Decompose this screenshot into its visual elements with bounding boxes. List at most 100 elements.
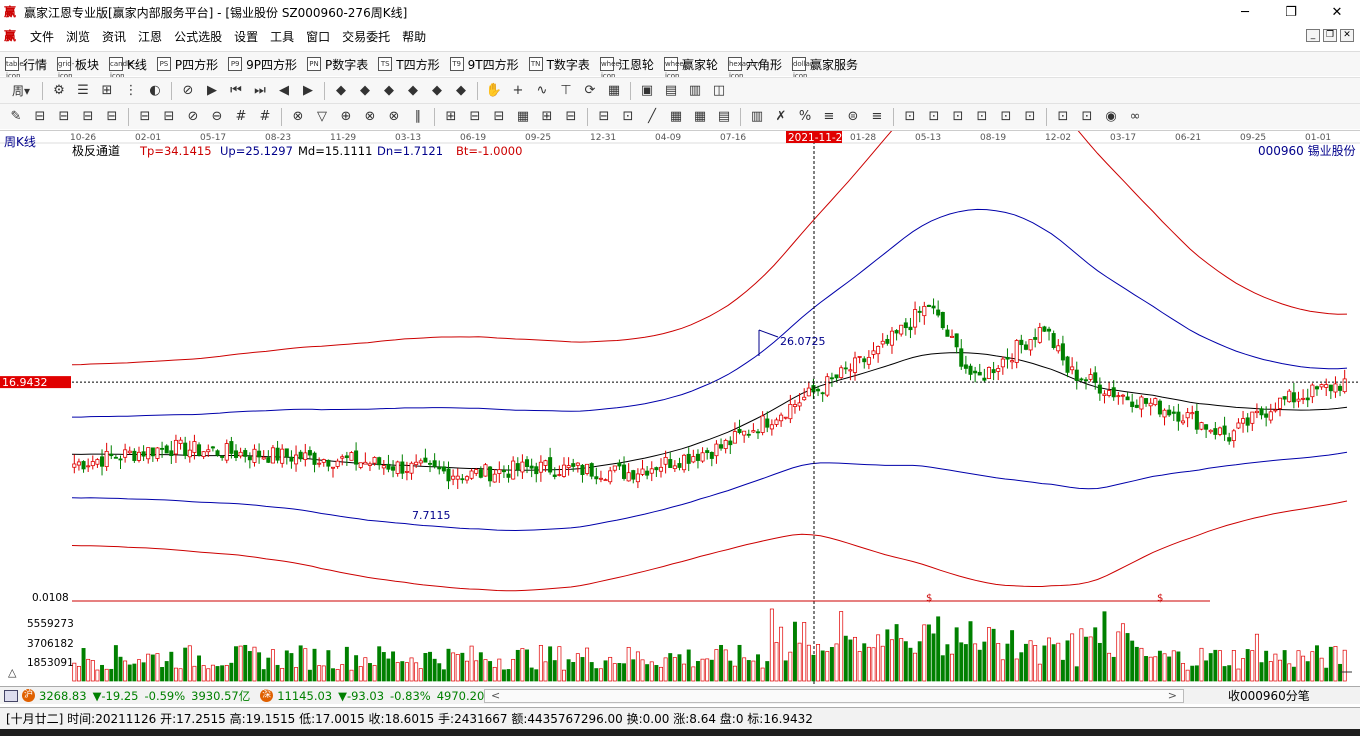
menu-tools[interactable]: 工具 bbox=[264, 28, 300, 45]
toolbar-tool-icon[interactable]: ◫ bbox=[709, 81, 729, 101]
menu-trade[interactable]: 交易委托 bbox=[336, 28, 396, 45]
toolbar-tool-icon[interactable]: ⊟ bbox=[78, 107, 98, 127]
menu-help[interactable]: 帮助 bbox=[396, 28, 432, 45]
toolbar-tool-icon[interactable]: ▶ bbox=[202, 81, 222, 101]
toolbar-tool-icon[interactable]: ⊘ bbox=[178, 81, 198, 101]
nav-item-3[interactable]: PS P四方形 bbox=[152, 53, 223, 75]
toolbar-tool-icon[interactable]: ◉ bbox=[1101, 107, 1121, 127]
toolbar-tool-icon[interactable]: ⊜ bbox=[843, 107, 863, 127]
toolbar-tool-icon[interactable]: ✋ bbox=[484, 81, 504, 101]
nav-item-8[interactable]: TN T数字表 bbox=[524, 53, 595, 75]
toolbar-tool-icon[interactable]: % bbox=[795, 107, 815, 127]
nav-item-11[interactable]: hexagon-icon 六角形 bbox=[723, 53, 787, 80]
toolbar-tool-icon[interactable]: ▤ bbox=[714, 107, 734, 127]
toolbar-tool-icon[interactable]: ◆ bbox=[331, 81, 351, 101]
toolbar-tool-icon[interactable]: ⊟ bbox=[561, 107, 581, 127]
toolbar-tool-icon[interactable]: ⊡ bbox=[948, 107, 968, 127]
nav-item-7[interactable]: T9 9T四方形 bbox=[445, 53, 524, 75]
toolbar-tool-icon[interactable]: ⊡ bbox=[1053, 107, 1073, 127]
nav-item-5[interactable]: PN P数字表 bbox=[302, 53, 373, 75]
toolbar-tool-icon[interactable]: ◀ bbox=[274, 81, 294, 101]
toolbar-tool-icon[interactable]: ∥ bbox=[408, 107, 428, 127]
menu-gann[interactable]: 江恩 bbox=[132, 28, 168, 45]
toolbar-tool-icon[interactable]: ◆ bbox=[379, 81, 399, 101]
toolbar-tool-icon[interactable]: ⊡ bbox=[996, 107, 1016, 127]
nav-item-6[interactable]: TS T四方形 bbox=[373, 53, 444, 75]
toolbar-tool-icon[interactable]: # bbox=[255, 107, 275, 127]
toolbar-tool-icon[interactable]: ◐ bbox=[145, 81, 165, 101]
toolbar-tool-icon[interactable]: ⊤ bbox=[556, 81, 576, 101]
period-select[interactable]: 周 ▾ bbox=[6, 81, 36, 101]
toolbar-tool-icon[interactable]: ∿ bbox=[532, 81, 552, 101]
toolbar-tool-icon[interactable]: ◆ bbox=[451, 81, 471, 101]
toolbar-tool-icon[interactable]: ⚙ bbox=[49, 81, 69, 101]
toolbar-tool-icon[interactable]: ✗ bbox=[771, 107, 791, 127]
toolbar-tool-icon[interactable]: ⊞ bbox=[97, 81, 117, 101]
toolbar-tool-icon[interactable]: ≡ bbox=[819, 107, 839, 127]
menu-settings[interactable]: 设置 bbox=[228, 28, 264, 45]
toolbar-tool-icon[interactable]: ⊡ bbox=[900, 107, 920, 127]
toolbar-tool-icon[interactable]: ⋮ bbox=[121, 81, 141, 101]
toolbar-tool-icon[interactable]: ▥ bbox=[685, 81, 705, 101]
toolbar-tool-icon[interactable]: ⊗ bbox=[360, 107, 380, 127]
scroll-right-arrow-icon[interactable]: > bbox=[1168, 689, 1177, 702]
toolbar-tool-icon[interactable]: ▦ bbox=[604, 81, 624, 101]
mdi-close-button[interactable]: ✕ bbox=[1340, 29, 1354, 42]
scroll-left-arrow-icon[interactable]: < bbox=[491, 689, 500, 702]
toolbar-tool-icon[interactable]: ⊡ bbox=[924, 107, 944, 127]
toolbar-tool-icon[interactable]: ⊟ bbox=[135, 107, 155, 127]
toolbar-tool-icon[interactable]: ≡ bbox=[867, 107, 887, 127]
toolbar-tool-icon[interactable]: ⊡ bbox=[618, 107, 638, 127]
toolbar-tool-icon[interactable]: ⊡ bbox=[972, 107, 992, 127]
menu-formula-select[interactable]: 公式选股 bbox=[168, 28, 228, 45]
mdi-minimize-button[interactable]: _ bbox=[1306, 29, 1320, 42]
toolbar-tool-icon[interactable]: ⊟ bbox=[159, 107, 179, 127]
toolbar-tool-icon[interactable]: ⊘ bbox=[183, 107, 203, 127]
toolbar-tool-icon[interactable]: ⊟ bbox=[465, 107, 485, 127]
toolbar-tool-icon[interactable]: ⊗ bbox=[288, 107, 308, 127]
toolbar-tool-icon[interactable]: ▤ bbox=[661, 81, 681, 101]
menu-window[interactable]: 窗口 bbox=[300, 28, 336, 45]
toolbar-tool-icon[interactable]: ∞ bbox=[1125, 107, 1145, 127]
toolbar-tool-icon[interactable]: ⊞ bbox=[537, 107, 557, 127]
nav-item-2[interactable]: candle-icon K线 bbox=[104, 53, 152, 80]
toolbar-tool-icon[interactable]: ▦ bbox=[666, 107, 686, 127]
toolbar-tool-icon[interactable]: ▶ bbox=[298, 81, 318, 101]
toolbar-tool-icon[interactable]: ⊟ bbox=[30, 107, 50, 127]
nav-item-9[interactable]: wheel-icon 江恩轮 bbox=[595, 53, 659, 80]
toolbar-tool-icon[interactable]: ▣ bbox=[637, 81, 657, 101]
toolbar-tool-icon[interactable]: ▦ bbox=[513, 107, 533, 127]
toolbar-tool-icon[interactable]: ⊡ bbox=[1020, 107, 1040, 127]
toolbar-tool-icon[interactable]: ⟳ bbox=[580, 81, 600, 101]
nav-item-0[interactable]: table-icon 行情 bbox=[0, 53, 52, 80]
toolbar-tool-icon[interactable]: ⊖ bbox=[207, 107, 227, 127]
nav-item-4[interactable]: P9 9P四方形 bbox=[223, 53, 302, 75]
close-button[interactable]: ✕ bbox=[1314, 0, 1360, 24]
toolbar-tool-icon[interactable]: # bbox=[231, 107, 251, 127]
toolbar-tool-icon[interactable]: ⏮ bbox=[226, 81, 246, 101]
chart-canvas[interactable]: 10-26 02-01 05-17 08-23 11-29 03-13 06-19 09-25… bbox=[0, 131, 1360, 687]
nav-item-12[interactable]: dollar-icon 赢家服务 bbox=[787, 53, 863, 80]
kline-chart[interactable]: 10-26 02-01 05-17 08-23 11-29 03-13 06-19 09-25… bbox=[0, 130, 1360, 687]
minimize-button[interactable]: ─ bbox=[1222, 0, 1268, 24]
tick-data-label[interactable]: 收000960分笔 bbox=[1228, 687, 1310, 704]
toolbar-tool-icon[interactable]: ◆ bbox=[355, 81, 375, 101]
toolbar-tool-icon[interactable]: ⊡ bbox=[1077, 107, 1097, 127]
toolbar-tool-icon[interactable]: ⊕ bbox=[336, 107, 356, 127]
toolbar-tool-icon[interactable]: ▦ bbox=[690, 107, 710, 127]
menu-browse[interactable]: 浏览 bbox=[60, 28, 96, 45]
toolbar-tool-icon[interactable]: ⏭ bbox=[250, 81, 270, 101]
toolbar-tool-icon[interactable]: ⊟ bbox=[102, 107, 122, 127]
toolbar-tool-icon[interactable]: ╱ bbox=[642, 107, 662, 127]
menu-file[interactable]: 文件 bbox=[24, 28, 60, 45]
toolbar-tool-icon[interactable]: ⊟ bbox=[594, 107, 614, 127]
toolbar-tool-icon[interactable]: ◆ bbox=[403, 81, 423, 101]
maximize-button[interactable]: ❐ bbox=[1268, 0, 1314, 24]
nav-item-10[interactable]: wheel-icon 赢家轮 bbox=[659, 53, 723, 80]
toolbar-tool-icon[interactable]: ◆ bbox=[427, 81, 447, 101]
toolbar-tool-icon[interactable]: ✎ bbox=[6, 107, 26, 127]
toolbar-tool-icon[interactable]: ⊗ bbox=[384, 107, 404, 127]
toolbar-tool-icon[interactable]: ☰ bbox=[73, 81, 93, 101]
menu-info[interactable]: 资讯 bbox=[96, 28, 132, 45]
toolbar-tool-icon[interactable]: ⊟ bbox=[489, 107, 509, 127]
